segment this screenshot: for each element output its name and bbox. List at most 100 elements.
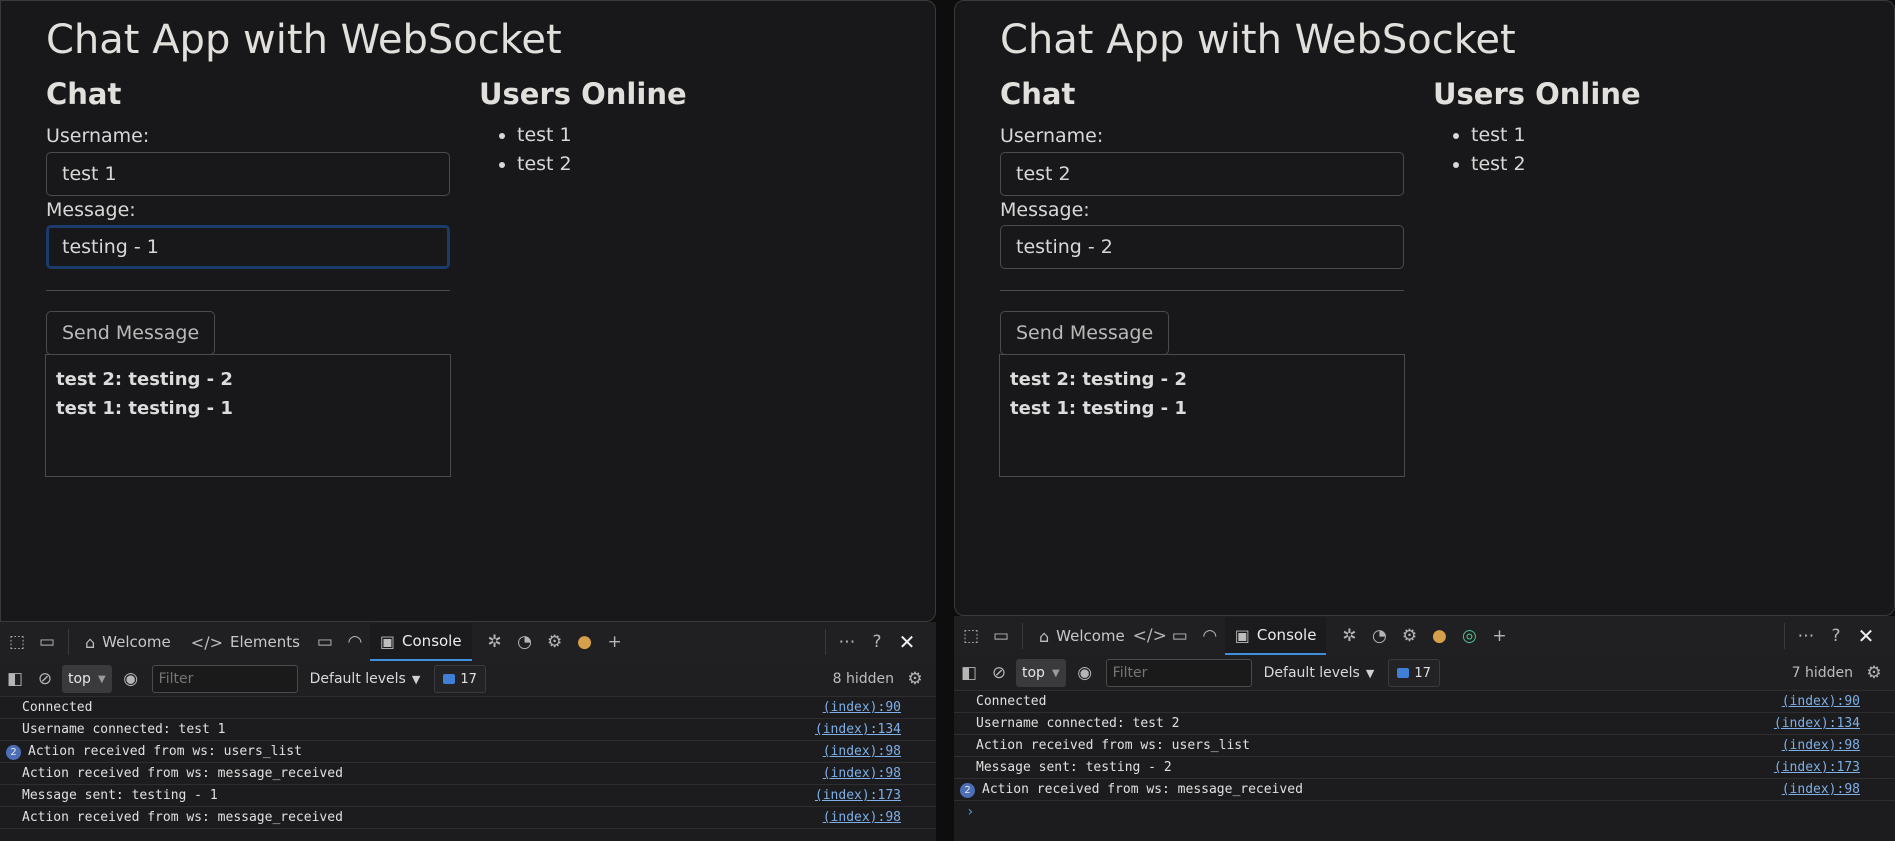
- log-source-link[interactable]: (index):90: [1782, 691, 1860, 713]
- network-icon[interactable]: ◠: [1195, 621, 1225, 651]
- performance-icon[interactable]: ◔: [510, 627, 540, 657]
- log-text: Username connected: test 2: [976, 716, 1180, 731]
- memory-icon[interactable]: ⚙: [540, 627, 570, 657]
- chevron-down-icon: ▼: [1365, 666, 1375, 680]
- live-expression-icon[interactable]: ◉: [116, 664, 146, 694]
- sources-icon[interactable]: ▭: [310, 627, 340, 657]
- log-text: Action received from ws: message_receive…: [22, 810, 343, 825]
- chat-message: test 2: testing - 2: [56, 369, 233, 390]
- username-input[interactable]: [1000, 152, 1404, 196]
- log-row: Message sent: testing - 1 (index):173: [0, 785, 936, 807]
- tab-console[interactable]: ▣ Console: [1224, 617, 1327, 655]
- message-count-badge[interactable]: 17: [434, 665, 486, 693]
- console-icon: ▣: [379, 631, 396, 651]
- log-source-link[interactable]: (index):98: [1782, 735, 1860, 757]
- context-value: top: [1022, 665, 1045, 681]
- clear-console-icon[interactable]: ⊘: [30, 664, 60, 694]
- chat-heading: Chat: [46, 77, 122, 111]
- tab-welcome-label: Welcome: [102, 633, 171, 651]
- inspect-icon[interactable]: ⬚: [2, 627, 32, 657]
- code-icon: </>: [190, 632, 223, 652]
- log-source-link[interactable]: (index):98: [823, 807, 901, 829]
- console-toolbar: ◧ ⊘ top ▼ ◉ Default levels ▼ 17 7 hidden ⚙: [954, 656, 1895, 691]
- hidden-count: 8 hidden: [832, 671, 894, 687]
- context-selector[interactable]: top ▼: [62, 665, 112, 693]
- clear-console-icon[interactable]: ⊘: [984, 658, 1014, 688]
- devtools-tabbar: ⬚ ▭ ⌂ Welcome </> Elements ▭ ◠ ▣ Console ✲ …: [0, 622, 936, 663]
- sidebar-toggle-icon[interactable]: ◧: [954, 658, 984, 688]
- close-icon[interactable]: ✕: [1851, 621, 1881, 651]
- page-title: Chat App with WebSocket: [46, 17, 562, 63]
- log-source-link[interactable]: (index):98: [1782, 779, 1860, 801]
- tab-elements[interactable]: </> Elements: [181, 623, 310, 661]
- memory-icon[interactable]: ⚙: [1394, 621, 1424, 651]
- more-icon[interactable]: ⋯: [1791, 621, 1821, 651]
- more-icon[interactable]: ⋯: [832, 627, 862, 657]
- log-source-link[interactable]: (index):98: [823, 741, 901, 763]
- browser-window-left: Chat App with WebSocket Chat Users Onlin…: [0, 0, 936, 841]
- tab-welcome[interactable]: ⌂ Welcome: [75, 623, 181, 661]
- log-source-link[interactable]: (index):173: [1774, 757, 1860, 779]
- inspect-icon[interactable]: ⬚: [956, 621, 986, 651]
- chat-messages-box[interactable]: test 2: testing - 2 test 1: testing - 1: [45, 354, 451, 477]
- filter-input[interactable]: [1105, 659, 1252, 687]
- log-text: Username connected: test 1: [22, 722, 226, 737]
- cookie-icon[interactable]: ●: [570, 627, 600, 657]
- tab-welcome[interactable]: ⌂ Welcome: [1029, 617, 1135, 655]
- performance-icon[interactable]: ◔: [1364, 621, 1394, 651]
- help-icon[interactable]: ?: [1821, 621, 1851, 651]
- chat-messages-box[interactable]: test 2: testing - 2 test 1: testing - 1: [999, 354, 1405, 477]
- log-source-link[interactable]: (index):173: [815, 785, 901, 807]
- sidebar-toggle-icon[interactable]: ◧: [0, 664, 30, 694]
- network-icon[interactable]: ◠: [340, 627, 370, 657]
- users-online-list: test 1 test 2: [1434, 121, 1526, 179]
- message-input[interactable]: [46, 225, 450, 269]
- log-row: 2 Action received from ws: users_list (ind…: [0, 741, 936, 763]
- log-source-link[interactable]: (index):98: [823, 763, 901, 785]
- device-emulation-icon[interactable]: ▭: [986, 621, 1016, 651]
- message-input[interactable]: [1000, 225, 1404, 269]
- toolbar-separator: [1784, 623, 1785, 649]
- page-title: Chat App with WebSocket: [1000, 17, 1516, 63]
- default-levels-dropdown[interactable]: Default levels ▼: [1264, 665, 1375, 681]
- tab-welcome-label: Welcome: [1056, 627, 1125, 645]
- send-message-button[interactable]: Send Message: [46, 311, 216, 355]
- username-label: Username:: [1000, 125, 1104, 147]
- tab-console[interactable]: ▣ Console: [369, 623, 472, 661]
- repeat-count-badge: 2: [960, 783, 975, 798]
- username-input[interactable]: [46, 152, 450, 196]
- chat-page: Chat App with WebSocket Chat Users Onlin…: [0, 0, 936, 622]
- extension-icon[interactable]: ◎: [1454, 621, 1484, 651]
- log-row: 2 Action received from ws: message_receiv…: [954, 779, 1895, 801]
- log-source-link[interactable]: (index):90: [823, 697, 901, 719]
- log-text: Action received from ws: message_receive…: [982, 782, 1303, 797]
- log-row: Action received from ws: message_receive…: [0, 807, 936, 829]
- log-source-link[interactable]: (index):134: [815, 719, 901, 741]
- send-message-button[interactable]: Send Message: [1000, 311, 1170, 355]
- message-count-badge[interactable]: 17: [1388, 659, 1440, 687]
- bug-icon[interactable]: ✲: [1334, 621, 1364, 651]
- console-log[interactable]: Connected (index):90 Username connected: …: [0, 697, 936, 841]
- console-prompt[interactable]: ›: [954, 801, 1895, 823]
- cookie-icon[interactable]: ●: [1424, 621, 1454, 651]
- bug-icon[interactable]: ✲: [480, 627, 510, 657]
- home-icon: ⌂: [85, 632, 96, 652]
- close-icon[interactable]: ✕: [892, 627, 922, 657]
- add-tab-icon[interactable]: +: [1484, 621, 1514, 651]
- log-text: Message sent: testing - 2: [976, 760, 1172, 775]
- device-emulation-icon[interactable]: ▭: [32, 627, 62, 657]
- log-source-link[interactable]: (index):134: [1774, 713, 1860, 735]
- live-expression-icon[interactable]: ◉: [1070, 658, 1100, 688]
- help-icon[interactable]: ?: [862, 627, 892, 657]
- context-selector[interactable]: top ▼: [1016, 659, 1066, 687]
- code-icon[interactable]: </>: [1133, 621, 1167, 651]
- sources-icon[interactable]: ▭: [1165, 621, 1195, 651]
- gear-icon[interactable]: ⚙: [1859, 658, 1889, 688]
- default-levels-dropdown[interactable]: Default levels ▼: [310, 671, 421, 687]
- gear-icon[interactable]: ⚙: [900, 664, 930, 694]
- message-count: 17: [460, 671, 477, 687]
- filter-input[interactable]: [151, 665, 298, 693]
- log-row: Username connected: test 1 (index):134: [0, 719, 936, 741]
- add-tab-icon[interactable]: +: [600, 627, 630, 657]
- console-log[interactable]: Connected (index):90 Username connected: …: [954, 691, 1895, 841]
